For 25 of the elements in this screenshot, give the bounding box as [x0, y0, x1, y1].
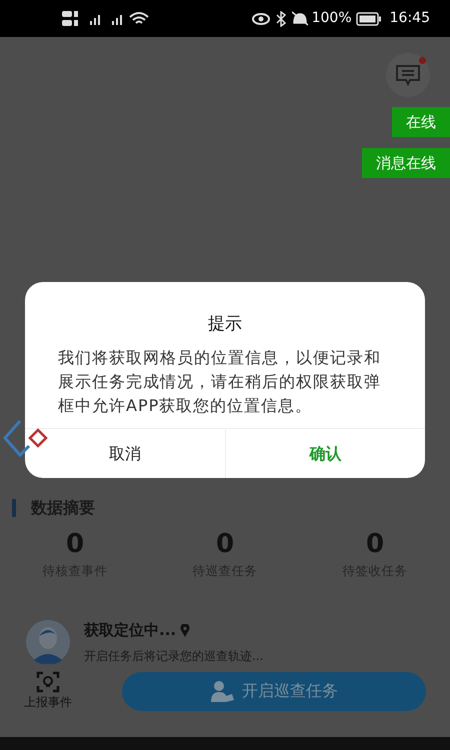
dialog-title: 提示 [207, 313, 243, 336]
bluetooth-icon [276, 10, 286, 26]
stat-value: 0 [366, 528, 384, 560]
muted-bell-icon [292, 11, 308, 26]
message-button[interactable] [386, 53, 430, 97]
report-event-button[interactable]: 上报事件 [24, 671, 72, 712]
eye-icon [252, 12, 270, 24]
battery-icon [356, 12, 382, 26]
avatar [26, 620, 70, 664]
location-title: 获取定位中... [84, 620, 176, 641]
location-pin-icon [180, 624, 190, 636]
scan-icon [36, 671, 60, 694]
battery-percent: 100% [312, 9, 352, 28]
clock: 16:45 [390, 9, 430, 28]
cancel-button[interactable]: 取消 [25, 429, 224, 478]
person-icon [210, 680, 234, 702]
stat-value: 0 [216, 528, 234, 560]
start-patrol-button[interactable]: 开启巡查任务 [122, 672, 426, 711]
section-bar [12, 499, 16, 517]
status-badge[interactable]: 消息在线 [362, 148, 450, 178]
confirm-button[interactable]: 确认 [224, 429, 425, 478]
status-badge[interactable]: 在线 [392, 107, 450, 137]
stat-value: 0 [66, 528, 84, 560]
message-icon [395, 64, 421, 86]
dialog-message: 我们将获取网格员的位置信息，以便记录和展示任务完成情况，请在稍后的权限获取弹框中允许APP获取您的位置信息。 [58, 346, 382, 416]
